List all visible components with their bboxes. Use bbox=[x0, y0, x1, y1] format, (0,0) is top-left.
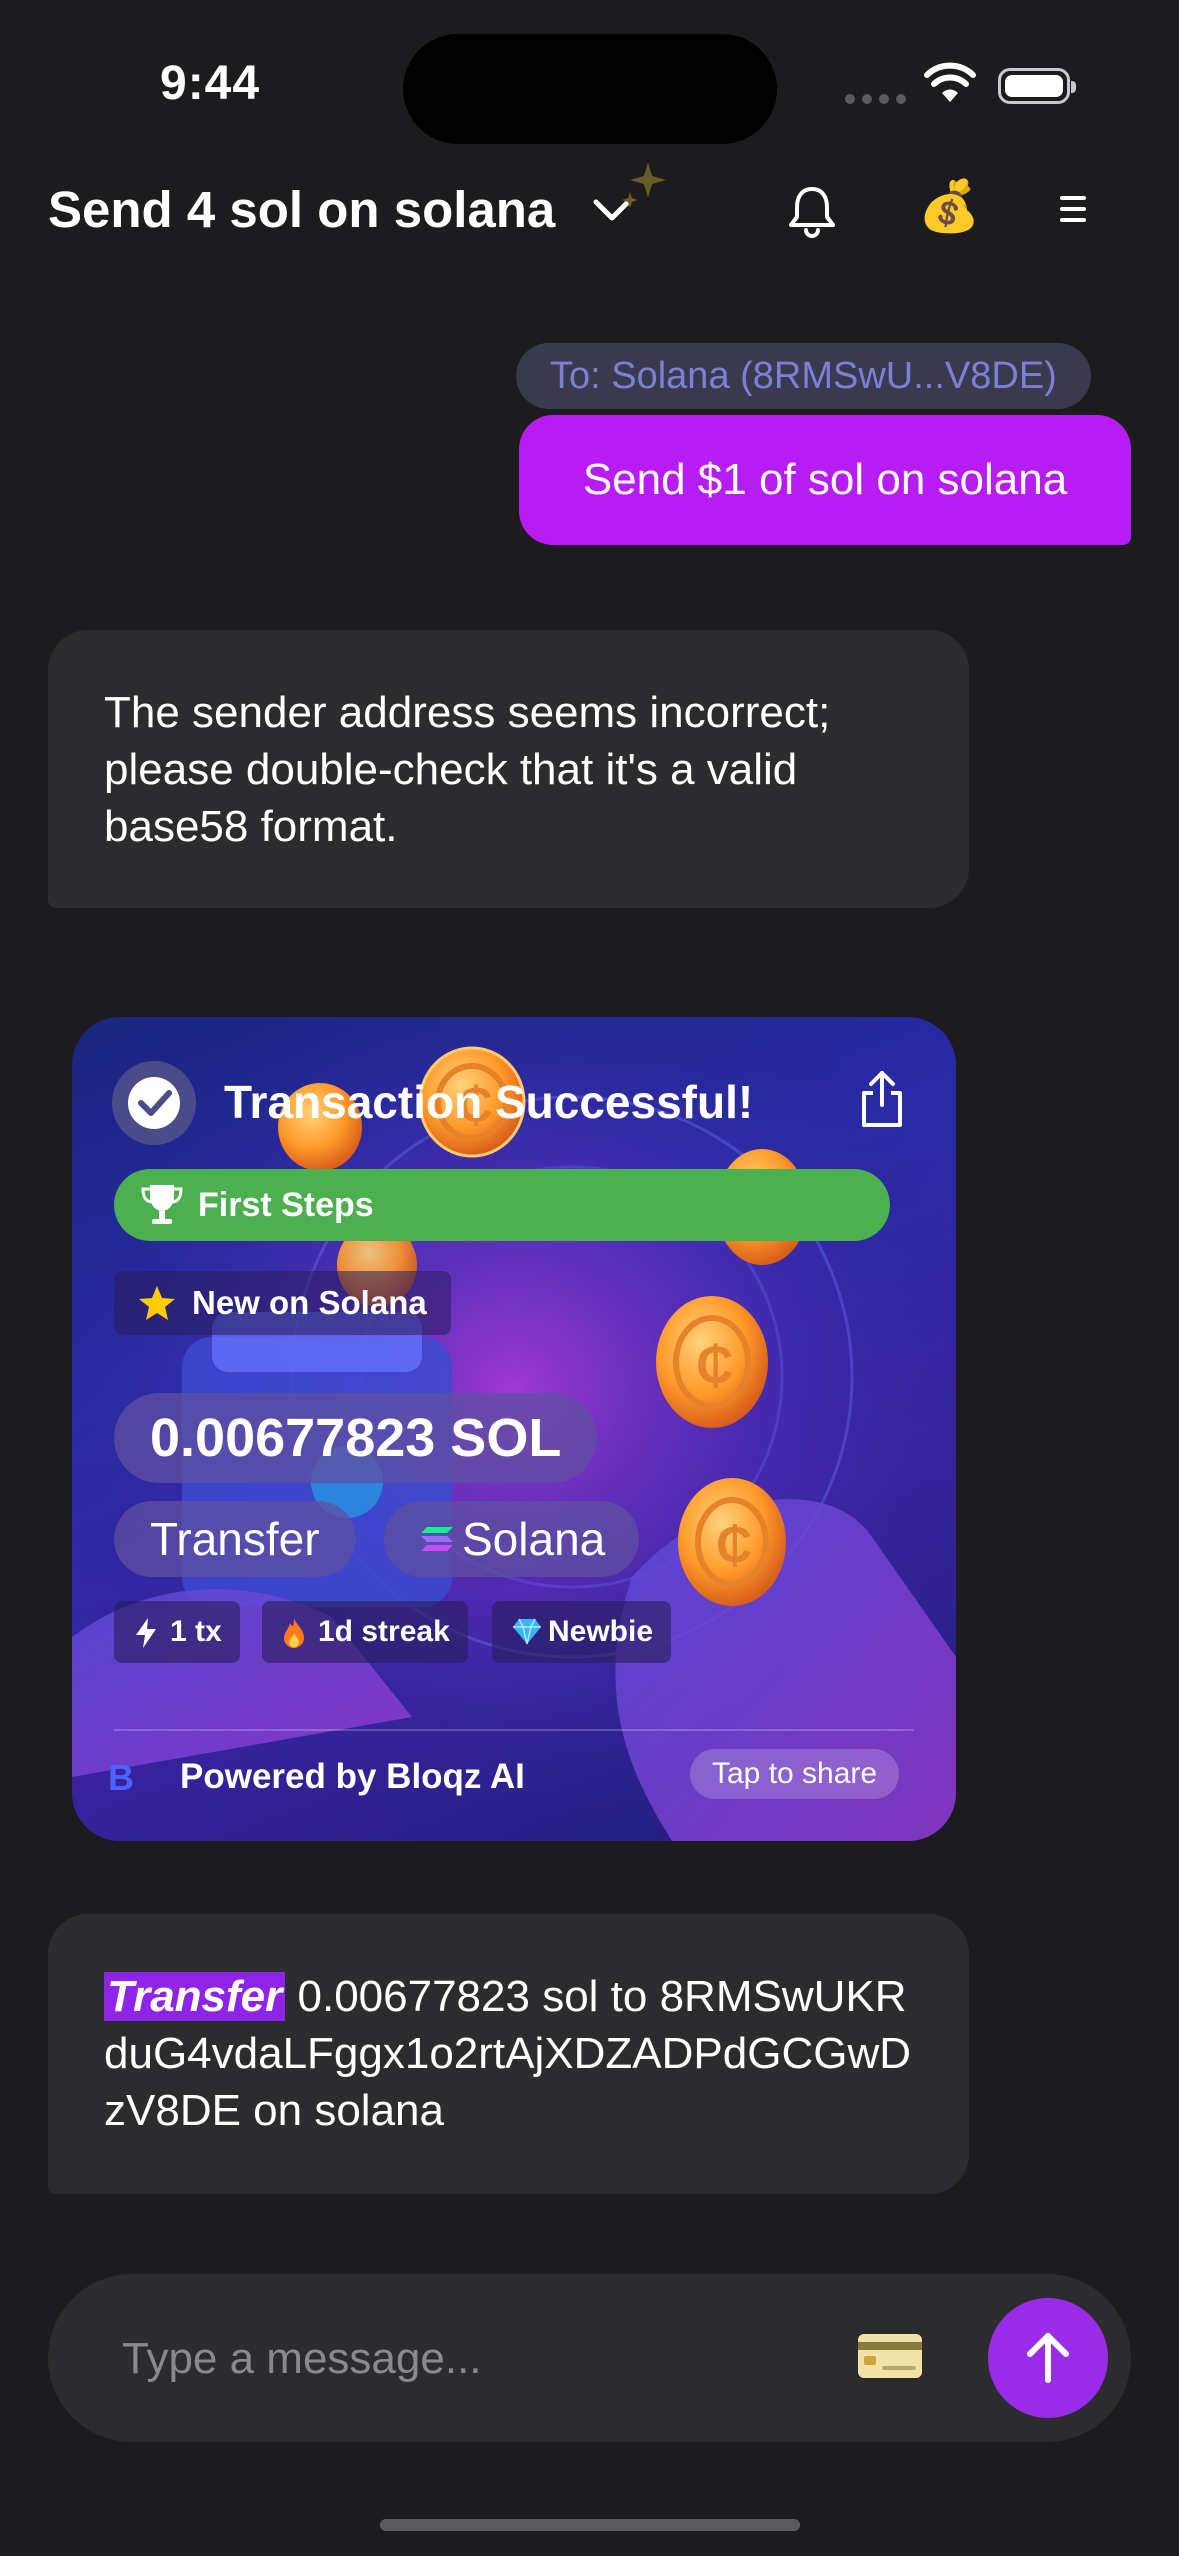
svg-text:₵: ₵ bbox=[696, 1337, 734, 1395]
share-icon[interactable] bbox=[856, 1069, 908, 1129]
user-message-bubble: Send $1 of sol on solana bbox=[519, 415, 1131, 545]
network-label: Solana bbox=[462, 1513, 606, 1565]
card-divider bbox=[114, 1729, 914, 1731]
assistant-message-bubble: The sender address seems incorrect; plea… bbox=[48, 630, 969, 908]
dynamic-island bbox=[403, 34, 777, 144]
message-input[interactable] bbox=[120, 2314, 824, 2404]
message-composer bbox=[48, 2274, 1131, 2442]
lightning-icon bbox=[136, 1618, 156, 1648]
tap-to-share-button[interactable]: Tap to share bbox=[690, 1749, 900, 1799]
solana-logo-icon bbox=[421, 1527, 453, 1551]
recipient-chip[interactable]: To: Solana (8RMSwU...V8DE) bbox=[516, 343, 1091, 409]
network-pill: Solana bbox=[384, 1501, 640, 1577]
flame-icon bbox=[284, 1618, 304, 1648]
cellular-signal-icon bbox=[845, 94, 906, 104]
achievement-label: First Steps bbox=[198, 1186, 374, 1224]
stat-tx-label: 1 tx bbox=[170, 1615, 222, 1648]
stat-streak-label: 1d streak bbox=[318, 1615, 450, 1648]
bell-icon[interactable] bbox=[786, 183, 838, 239]
conversation-title[interactable]: Send 4 sol on solana bbox=[48, 180, 555, 239]
stat-rank: Newbie bbox=[492, 1601, 672, 1663]
amount-pill: 0.00677823 SOL bbox=[114, 1393, 598, 1483]
badge-chip: New on Solana bbox=[114, 1271, 451, 1335]
bloqz-logo: B bbox=[108, 1757, 134, 1798]
sparkle-icon bbox=[622, 162, 666, 208]
wifi-icon bbox=[924, 62, 976, 102]
powered-by-label: Powered by Bloqz AI bbox=[180, 1757, 525, 1796]
diamond-icon bbox=[513, 1618, 541, 1645]
badge-label: New on Solana bbox=[192, 1284, 427, 1321]
assistant-message-text: The sender address seems incorrect; plea… bbox=[104, 688, 831, 851]
stat-tx: 1 tx bbox=[114, 1601, 240, 1663]
menu-icon[interactable] bbox=[1060, 196, 1086, 229]
stat-rank-label: Newbie bbox=[548, 1615, 654, 1648]
stat-streak: 1d streak bbox=[262, 1601, 468, 1663]
send-button[interactable] bbox=[988, 2298, 1108, 2418]
type-pill: Transfer bbox=[114, 1501, 356, 1577]
credit-card-icon[interactable] bbox=[856, 2330, 924, 2382]
action-tag: Transfer bbox=[104, 1972, 286, 2021]
assistant-message-bubble: Transfer 0.00677823 sol to 8RMSwUKRduG4v… bbox=[48, 1914, 969, 2194]
transaction-card[interactable]: ₵ ₵ ₵ Transaction Successful! First Step… bbox=[72, 1017, 956, 1841]
star-icon bbox=[139, 1286, 175, 1320]
status-time: 9:44 bbox=[160, 57, 261, 110]
arrow-up-icon bbox=[1027, 2333, 1069, 2383]
money-bag-icon[interactable]: 💰 bbox=[918, 176, 980, 236]
svg-text:₵: ₵ bbox=[716, 1517, 752, 1573]
achievement-banner: First Steps bbox=[114, 1169, 890, 1241]
battery-icon bbox=[998, 68, 1076, 104]
home-indicator bbox=[380, 2519, 800, 2531]
success-check-icon bbox=[112, 1061, 196, 1145]
trophy-icon bbox=[141, 1185, 183, 1224]
card-title: Transaction Successful! bbox=[224, 1076, 754, 1128]
